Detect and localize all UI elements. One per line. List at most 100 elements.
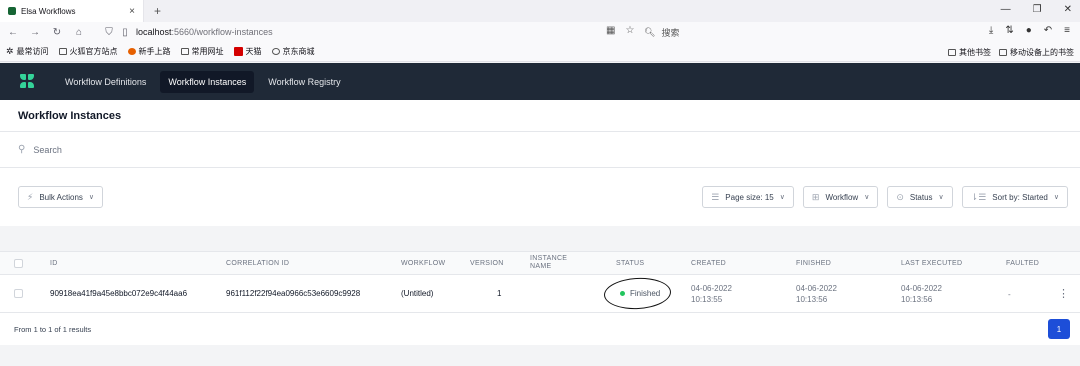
header-id[interactable]: ID xyxy=(50,260,58,268)
finished-date: 04-06-2022 xyxy=(796,284,837,293)
hand-drawn-circle-annotation xyxy=(603,276,672,311)
bookmark-common-sites[interactable]: 常用网址 xyxy=(180,46,224,57)
main-nav: Workflow Definitions Workflow Instances … xyxy=(57,70,349,93)
last-executed-date: 04-06-2022 xyxy=(901,284,942,293)
reload-icon[interactable]: ↻ xyxy=(52,27,62,38)
folder-icon xyxy=(948,48,956,56)
filters-group: ☰ Page size: 15 ∨ ⊞ Workflow ∨ ⊙ Status … xyxy=(702,186,1068,208)
created-time: 10:13:55 xyxy=(691,295,723,304)
page-info-icon[interactable]: ▯ xyxy=(120,27,130,38)
chevron-down-icon: ∨ xyxy=(864,194,870,201)
address-bar-actions: ▦ ☆ xyxy=(606,25,634,36)
extension-icon[interactable]: ⇅ xyxy=(1005,25,1013,36)
nav-workflow-instances[interactable]: Workflow Instances xyxy=(160,70,255,93)
sort-label: Sort by: Started xyxy=(992,192,1048,202)
firefox-icon xyxy=(127,48,136,55)
row-menu-icon[interactable]: ⋮ xyxy=(1058,287,1069,300)
bookmark-other[interactable]: 其他书签 xyxy=(948,47,991,58)
status-filter-dropdown[interactable]: ⊙ Status ∨ xyxy=(887,186,953,208)
restore-icon[interactable]: ❐ xyxy=(1033,4,1042,15)
bulk-actions-label: Bulk Actions xyxy=(39,192,83,202)
bookmark-jd[interactable]: 京东商城 xyxy=(271,46,315,57)
finished-time: 10:13:56 xyxy=(796,295,828,304)
header-created[interactable]: CREATED xyxy=(691,260,726,268)
bookmarks-bar: ✲ 最常访问 火狐官方站点 新手上路 常用网址 天猫 京东商城 其他书签 移动设备… xyxy=(0,42,1080,62)
download-icon[interactable]: ⤓ xyxy=(989,25,993,36)
sort-icon: ⇂☰ xyxy=(970,191,987,202)
browser-tabbar: Elsa Workflows × + — ❐ ✕ xyxy=(0,0,1080,22)
browser-tab[interactable]: Elsa Workflows × xyxy=(0,0,144,22)
bookmark-mobile[interactable]: 移动设备上的书签 xyxy=(999,47,1074,58)
bookmark-firefox-official[interactable]: 火狐官方站点 xyxy=(58,46,118,57)
globe-icon xyxy=(271,48,280,55)
browser-navbar: ← → ↻ ⌂ ⛉ ▯ localhost:5660/workflow-inst… xyxy=(0,22,1080,42)
bookmark-getting-started[interactable]: 新手上路 xyxy=(127,46,171,57)
forward-icon[interactable]: → xyxy=(30,27,40,38)
row-checkbox[interactable] xyxy=(14,289,23,298)
browser-toolbar: ⤓ ⇅ ● ↶ ≡ xyxy=(989,25,1070,36)
workflow-filter-label: Workflow xyxy=(825,192,859,202)
play-circle-icon: ⊙ xyxy=(896,191,904,202)
qr-code-icon[interactable]: ▦ xyxy=(606,25,615,36)
search-icon: 🔍︎ xyxy=(644,26,656,37)
workflow-filter-dropdown[interactable]: ⊞ Workflow ∨ xyxy=(802,186,879,208)
table-row[interactable]: 90918ea41f9a45e8bbc072e9c4f44aa6 961f112… xyxy=(0,275,1080,313)
bulk-actions-button[interactable]: ⚡︎ Bulk Actions ∨ xyxy=(18,186,104,208)
header-workflow[interactable]: WORKFLOW xyxy=(401,260,445,268)
created-value: 04-06-2022 10:13:55 xyxy=(691,283,732,305)
elsa-logo-icon[interactable] xyxy=(20,74,35,89)
header-faulted[interactable]: FAULTED xyxy=(1006,260,1039,268)
chat-icon[interactable]: ● xyxy=(1026,25,1032,36)
chevron-down-icon: ∨ xyxy=(88,194,95,201)
workflow-name-link[interactable]: (Untitled) xyxy=(401,289,433,298)
instance-id-link[interactable]: 90918ea41f9a45e8bbc072e9c4f44aa6 xyxy=(50,289,187,298)
browser-search-box[interactable]: 🔍︎ 搜索 xyxy=(644,24,944,40)
close-tab-icon[interactable]: × xyxy=(129,6,135,17)
header-instance-name[interactable]: INSTANCE NAME xyxy=(530,255,574,271)
pagination-footer: From 1 to 1 of 1 results 1 xyxy=(0,313,1080,345)
select-all-checkbox[interactable] xyxy=(14,259,23,268)
address-bar[interactable]: ⛉ ▯ localhost:5660/workflow-instances xyxy=(104,24,614,40)
last-executed-time: 10:13:56 xyxy=(901,295,933,304)
list-icon: ☰ xyxy=(711,191,720,202)
filter-row: ⚡︎ Bulk Actions ∨ ☰ Page size: 15 ∨ ⊞ Wo… xyxy=(0,168,1080,226)
tab-title: Elsa Workflows xyxy=(21,6,76,16)
search-icon: ⚲ xyxy=(18,144,26,155)
header-correlation-id[interactable]: CORRELATION ID xyxy=(226,260,289,268)
home-icon[interactable]: ⌂ xyxy=(74,27,84,38)
minimize-icon[interactable]: — xyxy=(1001,4,1011,15)
back-icon[interactable]: ← xyxy=(8,27,18,38)
page-content: Workflow Instances ⚲ ⚡︎ Bulk Actions ∨ ☰… xyxy=(0,100,1080,366)
new-tab-button[interactable]: + xyxy=(154,4,161,18)
page-title: Workflow Instances xyxy=(18,109,122,122)
header-version[interactable]: VERSION xyxy=(470,260,504,268)
version-value: 1 xyxy=(497,289,502,298)
sort-dropdown[interactable]: ⇂☰ Sort by: Started ∨ xyxy=(961,186,1068,208)
mobile-icon xyxy=(999,48,1007,56)
undo-icon[interactable]: ↶ xyxy=(1044,25,1052,36)
correlation-id: 961f112f22f94ea0966c53e6609c9928 xyxy=(226,289,361,298)
chevron-down-icon: ∨ xyxy=(779,194,785,201)
status-filter-label: Status xyxy=(909,192,933,202)
close-window-icon[interactable]: ✕ xyxy=(1064,4,1072,15)
grid-icon: ⊞ xyxy=(811,191,820,202)
url-host: localhost xyxy=(136,27,172,37)
header-last-executed[interactable]: LAST EXECUTED xyxy=(901,260,962,268)
bookmark-most-visited[interactable]: ✲ 最常访问 xyxy=(6,46,49,57)
header-finished[interactable]: FINISHED xyxy=(796,260,831,268)
shield-icon[interactable]: ⛉ xyxy=(104,27,114,38)
page-1-button[interactable]: 1 xyxy=(1048,319,1070,339)
faulted-value: - xyxy=(1008,290,1011,299)
bookmark-tmall[interactable]: 天猫 xyxy=(233,46,262,57)
nav-workflow-registry[interactable]: Workflow Registry xyxy=(260,71,348,93)
title-bar: Workflow Instances xyxy=(0,100,1080,132)
chevron-down-icon: ∨ xyxy=(938,194,944,201)
nav-workflow-definitions[interactable]: Workflow Definitions xyxy=(57,71,154,93)
bookmark-star-icon[interactable]: ☆ xyxy=(625,25,634,36)
menu-icon[interactable]: ≡ xyxy=(1064,25,1070,36)
window-controls: — ❐ ✕ xyxy=(1001,4,1072,15)
search-input[interactable] xyxy=(33,144,334,155)
header-status[interactable]: STATUS xyxy=(616,260,644,268)
page-size-dropdown[interactable]: ☰ Page size: 15 ∨ xyxy=(702,186,794,208)
search-row: ⚲ xyxy=(0,132,1080,168)
